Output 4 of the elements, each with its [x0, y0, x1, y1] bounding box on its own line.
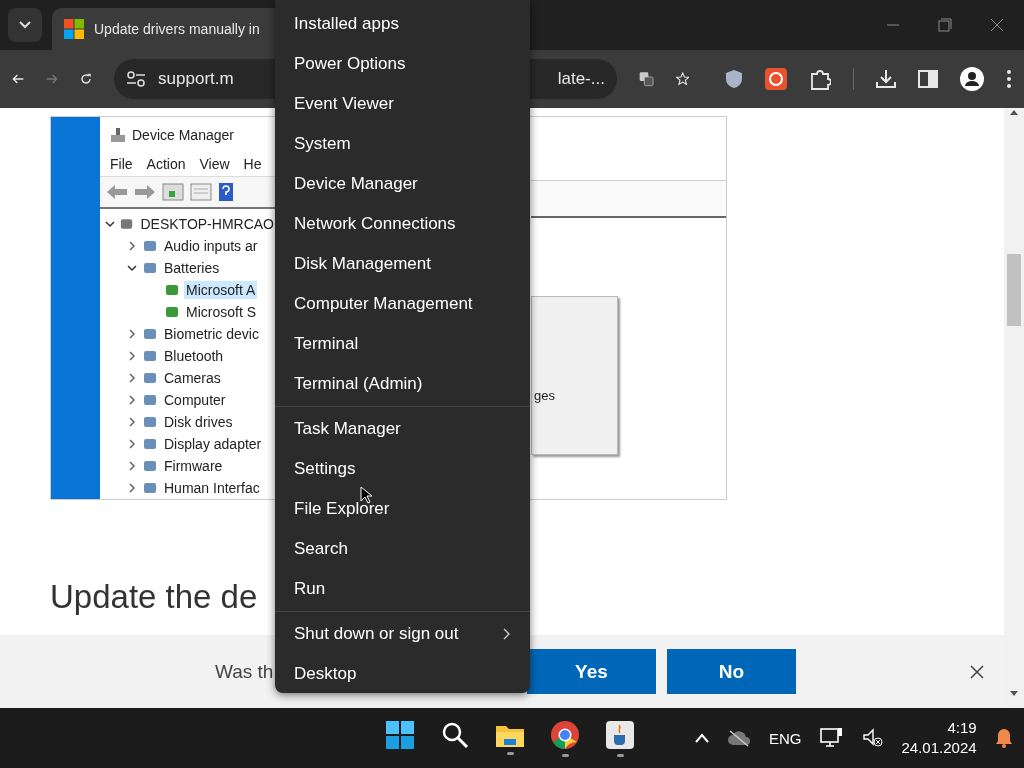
window-title: Device Manager: [132, 126, 234, 143]
dialog-text: ges: [533, 387, 556, 403]
feedback-question: Was th: [215, 660, 274, 683]
section-heading: Update the de: [50, 578, 258, 616]
